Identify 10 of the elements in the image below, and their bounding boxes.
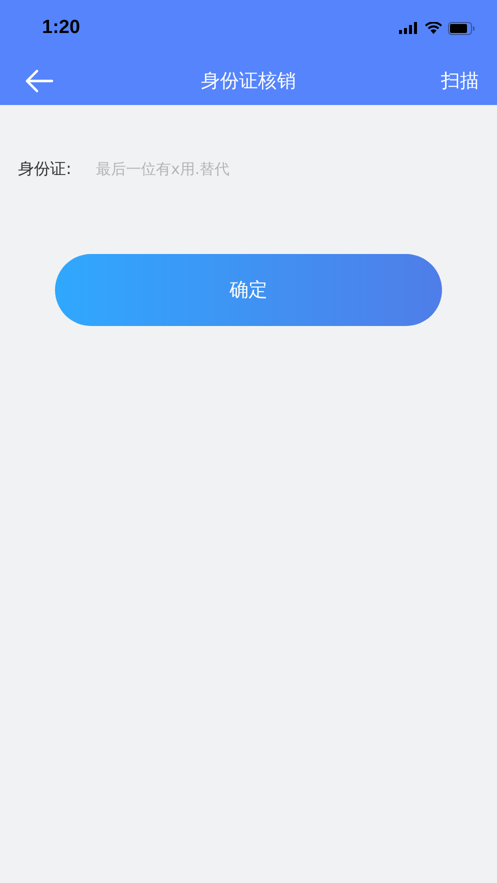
status-time: 1:20: [42, 17, 80, 39]
battery-icon: [448, 22, 475, 34]
wifi-icon: [425, 22, 442, 34]
confirm-button[interactable]: 确定: [55, 254, 442, 326]
page-title: 身份证核销: [201, 68, 296, 94]
id-card-label: 身份证:: [18, 158, 72, 180]
scan-link[interactable]: 扫描: [441, 68, 479, 94]
id-card-field[interactable]: 最后一位有x用.替代: [96, 160, 479, 178]
back-arrow-icon[interactable]: [24, 68, 54, 92]
signal-icon: [399, 22, 419, 34]
